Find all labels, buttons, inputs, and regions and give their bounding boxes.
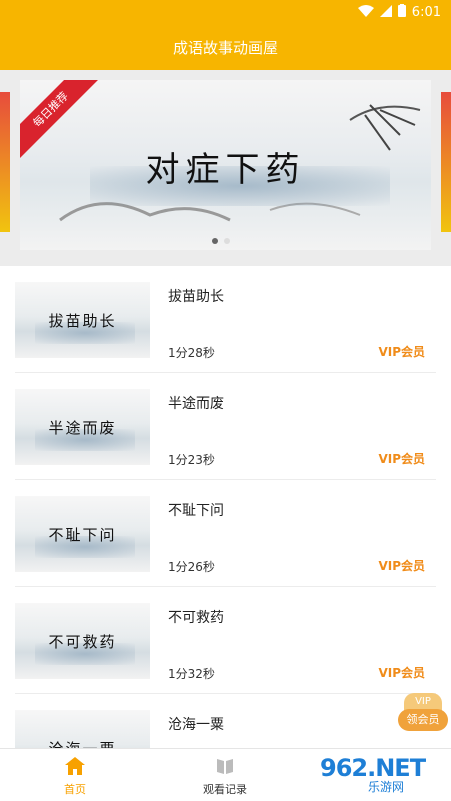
story-thumbnail[interactable]: 半途而废 xyxy=(15,389,150,465)
banner-carousel[interactable]: 对症下药 每日推荐 xyxy=(0,70,451,266)
page-title: 成语故事动画屋 xyxy=(172,38,278,57)
story-duration: 1分26秒 xyxy=(168,560,215,574)
story-thumbnail[interactable]: 不可救药 xyxy=(15,603,150,679)
story-name: 沧海一粟 xyxy=(168,717,224,733)
app-bar: 成语故事动画屋 xyxy=(0,24,451,70)
story-name: 不可救药 xyxy=(168,610,224,626)
get-vip-button[interactable]: VIP 领会员 xyxy=(398,693,448,739)
vip-badge: VIP会员 xyxy=(378,559,425,573)
vip-badge: VIP会员 xyxy=(378,452,425,466)
story-duration: 1分28秒 xyxy=(168,346,215,360)
vip-badge: VIP会员 xyxy=(378,666,425,680)
carousel-dot xyxy=(224,238,230,244)
watermark-sub: 乐游网 xyxy=(368,780,405,794)
thumbnail-title: 不耻下问 xyxy=(48,526,117,544)
site-watermark: 962.NET 乐游网 xyxy=(318,752,446,798)
thumbnail-title: 半途而废 xyxy=(48,419,117,437)
story-thumbnail[interactable]: 沧海一粟 xyxy=(15,710,150,748)
list-item[interactable]: 不可救药 不可救药 1分32秒 VIP会员 xyxy=(0,587,451,694)
banner-next-peek[interactable] xyxy=(441,92,451,232)
status-bar: 6:01 xyxy=(0,0,451,24)
thumbnail-title: 沧海一粟 xyxy=(15,738,150,748)
thumbnail-title: 拔苗助长 xyxy=(48,312,117,330)
story-duration: 1分23秒 xyxy=(168,453,215,467)
get-vip-label: 领会员 xyxy=(398,709,448,731)
story-thumbnail[interactable]: 不耻下问 xyxy=(15,496,150,572)
thumbnail-title: 不可救药 xyxy=(48,633,117,651)
status-time: 6:01 xyxy=(411,5,441,20)
tab-home[interactable]: 首页 xyxy=(30,755,120,797)
status-icons: 6:01 xyxy=(357,4,441,21)
story-name: 拔苗助长 xyxy=(168,289,224,305)
list-item[interactable]: 半途而废 半途而废 1分23秒 VIP会员 xyxy=(0,373,451,480)
list-item[interactable]: 拔苗助长 拔苗助长 1分28秒 VIP会员 xyxy=(0,266,451,373)
list-item[interactable]: 不耻下问 不耻下问 1分26秒 VIP会员 xyxy=(0,480,451,587)
list-item[interactable]: 沧海一粟 沧海一粟 xyxy=(0,694,451,748)
tab-watch-history[interactable]: 观看记录 xyxy=(180,755,270,797)
story-duration: 1分32秒 xyxy=(168,667,215,681)
carousel-dot-active xyxy=(212,238,218,244)
idiom-story-list: 拔苗助长 拔苗助长 1分28秒 VIP会员 半途而废 半途而废 1分23秒 VI… xyxy=(0,266,451,748)
vip-badge: VIP会员 xyxy=(378,345,425,359)
book-icon xyxy=(214,755,236,777)
wifi-icon xyxy=(357,4,374,21)
banner-prev-peek[interactable] xyxy=(0,92,10,232)
carousel-indicator xyxy=(212,238,230,244)
tab-watch-history-label: 观看记录 xyxy=(203,783,247,796)
banner-slide[interactable]: 对症下药 每日推荐 xyxy=(20,80,431,250)
tab-home-label: 首页 xyxy=(64,783,86,796)
battery-icon xyxy=(397,4,406,21)
signal-icon xyxy=(379,4,392,21)
story-thumbnail[interactable]: 拔苗助长 xyxy=(15,282,150,358)
story-name: 不耻下问 xyxy=(168,503,224,519)
story-name: 半途而废 xyxy=(168,396,224,412)
banner-title: 对症下药 xyxy=(145,150,306,190)
home-icon xyxy=(64,755,86,777)
